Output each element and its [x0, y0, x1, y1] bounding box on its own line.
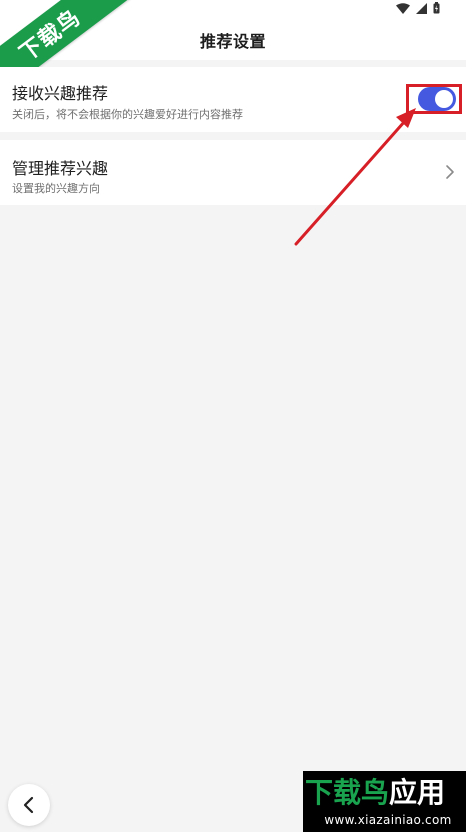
interest-recommend-card: 接收兴趣推荐 关闭后，将不会根据你的兴趣爱好进行内容推荐: [0, 67, 466, 132]
manage-interest-card[interactable]: 管理推荐兴趣 设置我的兴趣方向: [0, 140, 466, 205]
manage-interest-subtitle: 设置我的兴趣方向: [12, 182, 100, 195]
watermark-bottom: 下载鸟应用 www.xiazainiao.com: [303, 771, 466, 832]
wifi-icon: [396, 2, 410, 14]
back-arrow-icon: [23, 796, 34, 814]
watermark-url: www.xiazainiao.com: [324, 813, 452, 827]
status-bar-icons: [396, 0, 440, 16]
battery-icon: [433, 2, 440, 14]
chevron-right-icon: [446, 165, 454, 179]
interest-recommend-subtitle: 关闭后，将不会根据你的兴趣爱好进行内容推荐: [12, 108, 243, 121]
watermark-title-green: 下载鸟: [305, 776, 390, 809]
watermark-title-white: 应用: [389, 776, 446, 809]
interest-recommend-title: 接收兴趣推荐: [12, 84, 109, 103]
back-button[interactable]: [8, 784, 50, 826]
signal-icon: [416, 2, 427, 14]
watermark-bottom-title: 下载鸟应用: [305, 777, 465, 809]
annotation-highlight-box: [406, 84, 462, 114]
manage-interest-title: 管理推荐兴趣: [12, 159, 109, 178]
